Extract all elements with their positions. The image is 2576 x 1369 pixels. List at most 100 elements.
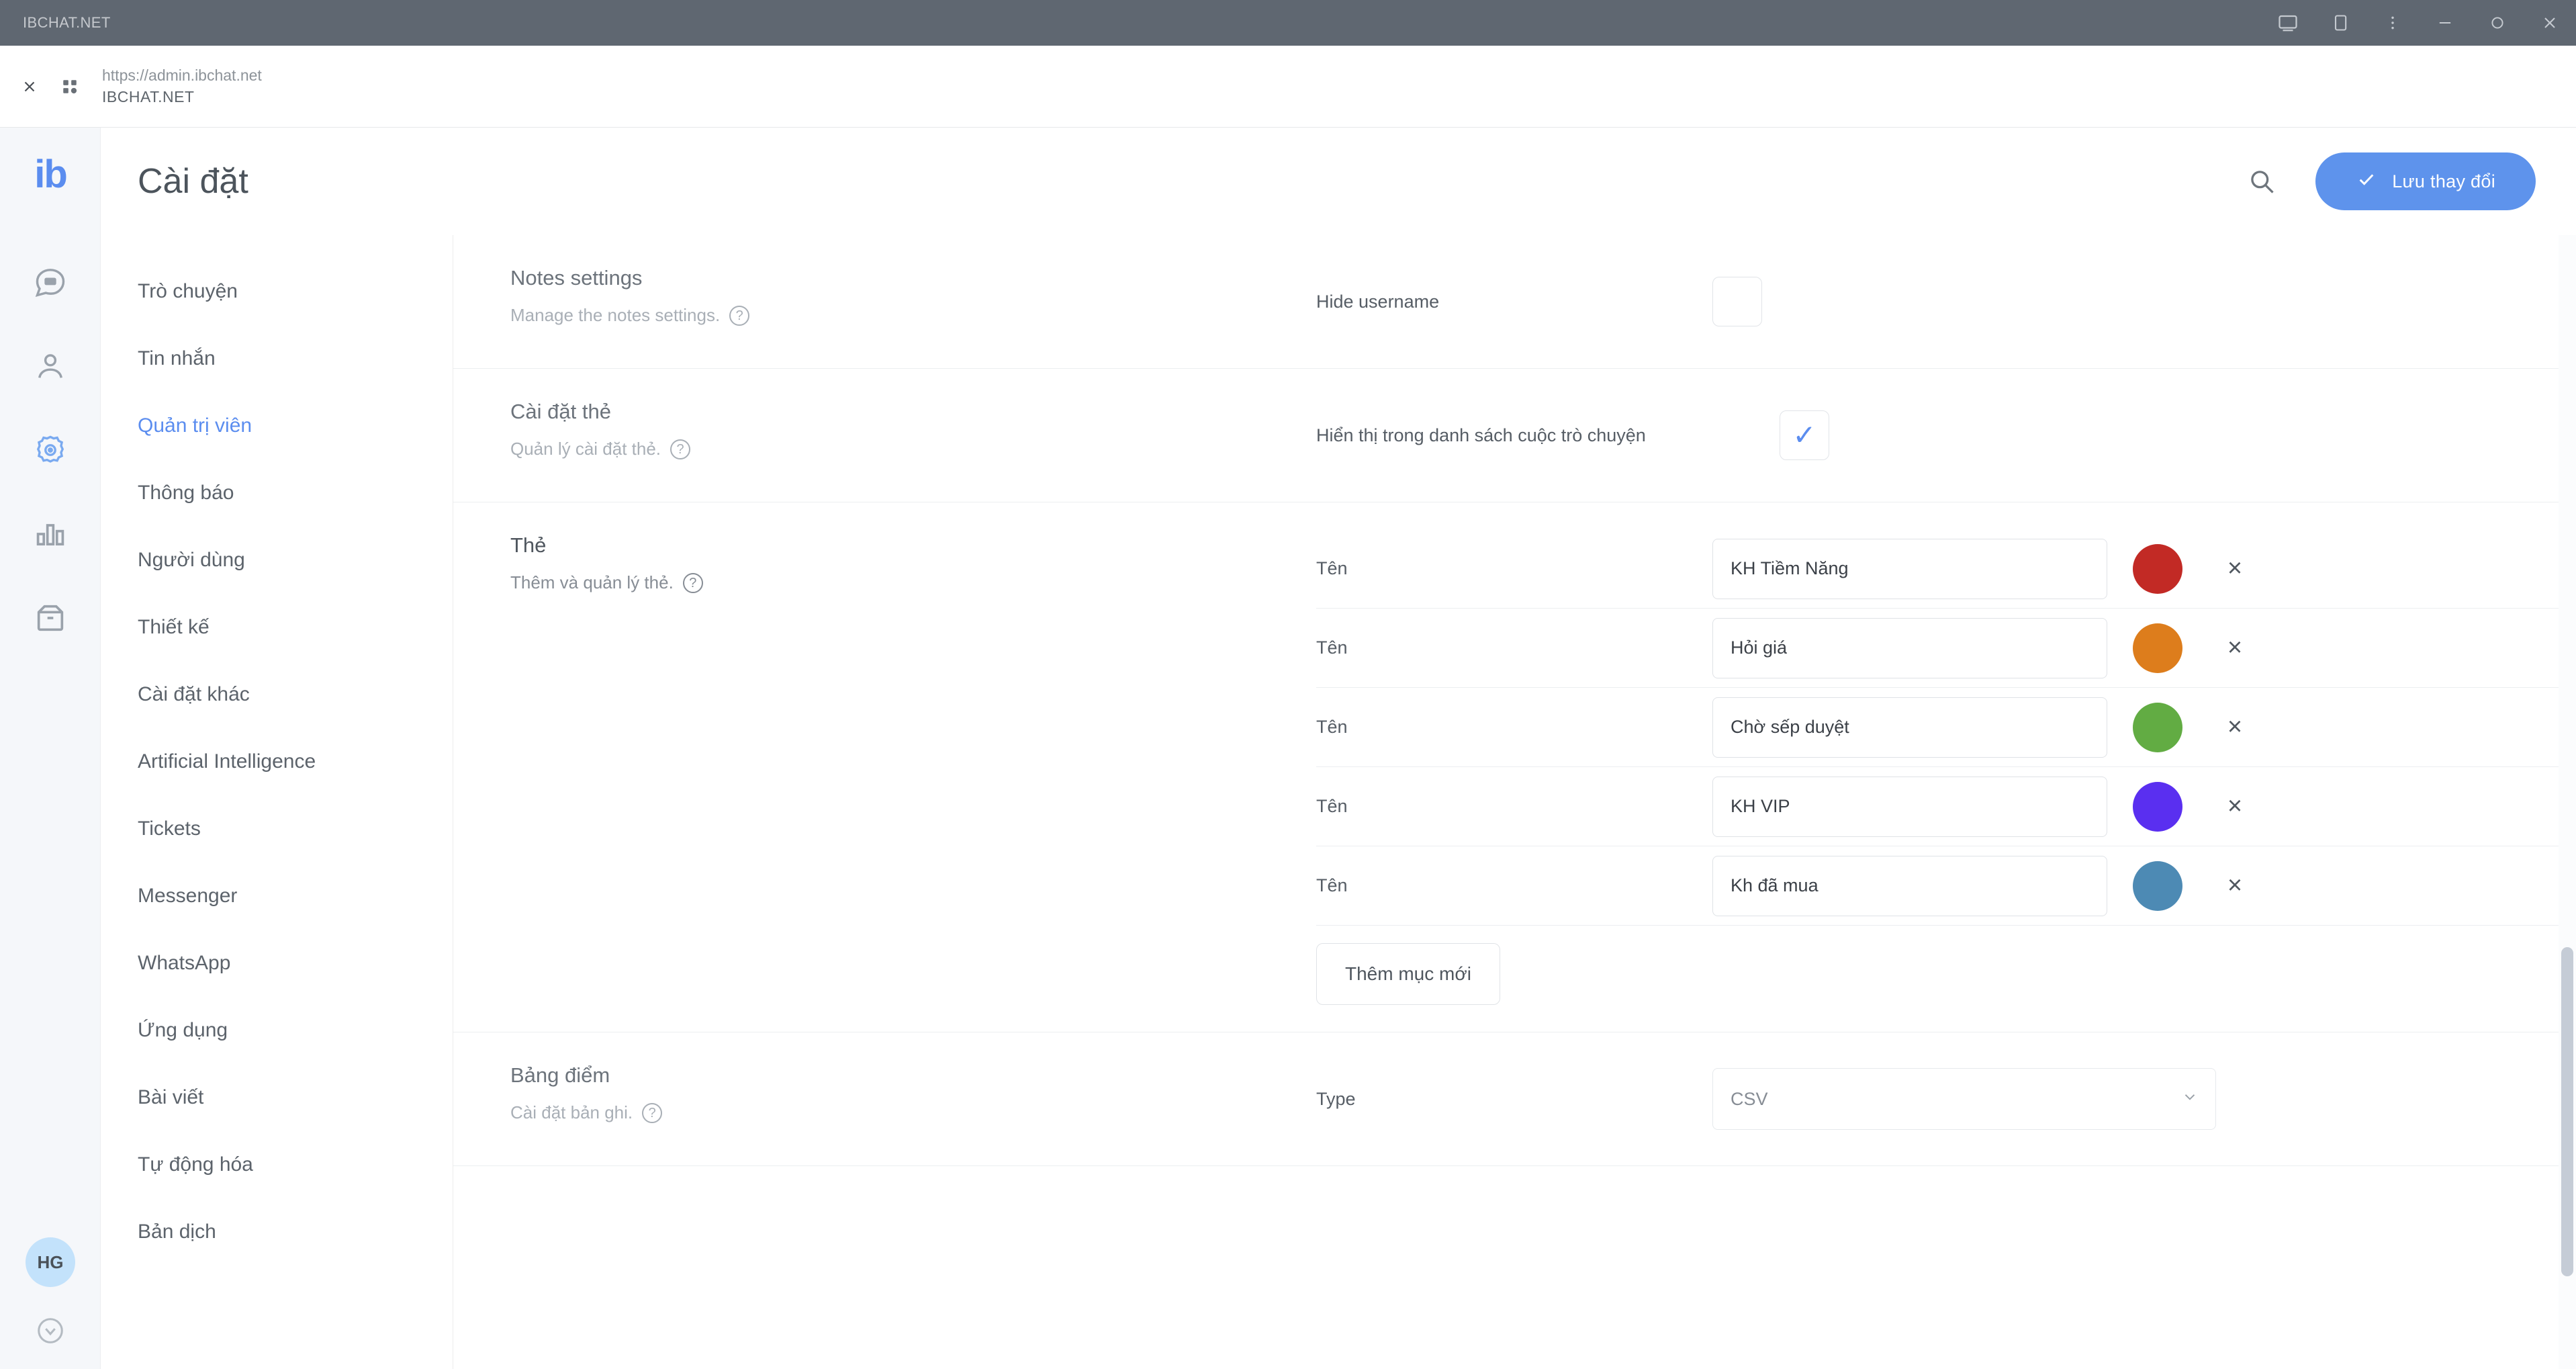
tag-color-swatch[interactable] [2133, 781, 2182, 832]
section-card-fields: Hiển thị trong danh sách cuộc trò chuyện… [1316, 369, 2576, 502]
rail-item-settings[interactable] [0, 410, 101, 494]
section-notes-fields: Hide username [1316, 235, 2576, 368]
section-scoreboard-title: Bảng điểm [510, 1063, 610, 1087]
help-circle-icon[interactable]: ? [642, 1102, 663, 1123]
nav-item-messenger[interactable]: Messenger [101, 863, 453, 930]
nav-item-artificial-intelligence[interactable]: Artificial Intelligence [101, 728, 453, 795]
page-url: https://admin.ibchat.net [102, 67, 262, 85]
field-row-show-in-conversation-list: Hiển thị trong danh sách cuộc trò chuyện… [1316, 396, 2576, 475]
tag-remove-button[interactable]: × [2217, 789, 2252, 824]
help-icon[interactable] [0, 1315, 101, 1356]
nav-item-ung-dung[interactable]: Ứng dụng [101, 997, 453, 1064]
tag-name-label: Tên [1316, 637, 1348, 658]
table-row: Tên × [1316, 767, 2576, 846]
section-scoreboard-header: Bảng điểm Cài đặt bản ghi. ? [510, 1032, 1316, 1165]
check-icon [2356, 169, 2377, 195]
section-notes-title: Notes settings [510, 266, 643, 290]
cast-icon[interactable] [2262, 0, 2314, 46]
nav-item-tin-nhan[interactable]: Tin nhắn [101, 325, 453, 392]
more-menu-icon[interactable] [2366, 0, 2419, 46]
tag-remove-button[interactable]: × [2217, 631, 2252, 666]
section-card-desc: Quản lý cài đặt thẻ. ? [510, 439, 1316, 459]
maximize-icon[interactable] [2471, 0, 2524, 46]
section-card-header: Cài đặt thẻ Quản lý cài đặt thẻ. ? [510, 369, 1316, 502]
minimize-icon[interactable] [2419, 0, 2471, 46]
hide-username-label: Hide username [1316, 291, 1440, 312]
settings-nav: Trò chuyện Tin nhắn Quản trị viên Thông … [101, 235, 453, 1369]
rail-item-archive[interactable] [0, 578, 101, 662]
tag-color-swatch[interactable] [2133, 702, 2182, 752]
type-select[interactable]: CSV [1712, 1068, 2216, 1130]
apps-grid-icon[interactable] [55, 72, 85, 101]
rail-item-contacts[interactable] [0, 326, 101, 410]
help-circle-icon[interactable]: ? [682, 572, 703, 593]
rail-item-chat[interactable] [0, 242, 101, 326]
hide-username-checkbox[interactable] [1712, 277, 1762, 326]
tab-close-icon[interactable] [15, 72, 44, 101]
tag-name-input[interactable] [1712, 617, 2107, 678]
copy-icon[interactable] [2314, 0, 2366, 46]
section-scoreboard: Bảng điểm Cài đặt bản ghi. ? Type CSV [453, 1032, 2576, 1166]
chat-icon [33, 265, 68, 303]
search-icon[interactable] [2235, 154, 2289, 208]
section-card-settings: Cài đặt thẻ Quản lý cài đặt thẻ. ? Hiển … [453, 369, 2576, 502]
section-card-desc-text: Quản lý cài đặt thẻ. [510, 439, 661, 459]
tag-color-swatch[interactable] [2133, 860, 2182, 911]
content-scrollbar-thumb[interactable] [2561, 947, 2573, 1276]
tag-name-label: Tên [1316, 796, 1348, 816]
nav-item-tickets[interactable]: Tickets [101, 795, 453, 863]
section-card-title: Cài đặt thẻ [510, 400, 611, 423]
tag-remove-button[interactable]: × [2217, 869, 2252, 903]
tag-color-swatch[interactable] [2133, 623, 2182, 673]
nav-item-ban-dich[interactable]: Bản dịch [101, 1198, 453, 1266]
nav-item-whatsapp[interactable]: WhatsApp [101, 930, 453, 997]
page-title: Cài đặt [138, 162, 248, 201]
nav-item-thiet-ke[interactable]: Thiết kế [101, 594, 453, 661]
app-logo[interactable]: ib [0, 144, 101, 204]
show-in-conversation-list-label: Hiển thị trong danh sách cuộc trò chuyện [1316, 425, 1646, 445]
content-scrollbar-track[interactable] [2559, 235, 2576, 1369]
bar-chart-icon [33, 517, 68, 555]
tag-remove-button[interactable]: × [2217, 551, 2252, 586]
table-row: Tên × [1316, 529, 2576, 609]
type-select-wrap: CSV [1712, 1068, 2216, 1130]
app-shell: ib HG Cài đặt Lưu thay đổi Trò chuyện Ti… [0, 128, 2576, 1369]
nav-item-nguoi-dung[interactable]: Người dùng [101, 527, 453, 594]
icon-rail: ib HG [0, 128, 101, 1369]
page-header: Cài đặt Lưu thay đổi [101, 128, 2576, 235]
add-item-button[interactable]: Thêm mục mới [1316, 943, 1500, 1005]
save-button[interactable]: Lưu thay đổi [2315, 152, 2536, 210]
settings-content: Notes settings Manage the notes settings… [453, 235, 2576, 1369]
rail-icon-list [0, 242, 101, 662]
nav-item-thong-bao[interactable]: Thông báo [101, 459, 453, 527]
tag-name-input[interactable] [1712, 776, 2107, 837]
nav-item-quan-tri-vien[interactable]: Quản trị viên [101, 392, 453, 459]
avatar[interactable]: HG [26, 1237, 75, 1287]
nav-item-cai-dat-khac[interactable]: Cài đặt khác [101, 661, 453, 728]
section-tags-desc-text: Thêm và quản lý thẻ. [510, 572, 674, 592]
tag-name-input[interactable] [1712, 538, 2107, 599]
table-row: Tên × [1316, 688, 2576, 767]
tag-remove-button[interactable]: × [2217, 710, 2252, 745]
type-select-value: CSV [1731, 1088, 1768, 1109]
nav-item-tu-dong-hoa[interactable]: Tự động hóa [101, 1131, 453, 1198]
nav-item-bai-viet[interactable]: Bài viết [101, 1064, 453, 1131]
tag-name-input[interactable] [1712, 855, 2107, 916]
section-notes-desc: Manage the notes settings. ? [510, 305, 1316, 326]
archive-icon [33, 601, 68, 639]
tag-name-input[interactable] [1712, 697, 2107, 758]
tag-color-swatch[interactable] [2133, 543, 2182, 594]
close-icon[interactable] [2524, 0, 2576, 46]
address-bar[interactable]: https://admin.ibchat.net IBCHAT.NET [102, 65, 262, 107]
help-circle-icon[interactable]: ? [729, 305, 750, 326]
window-titlebar: IBCHAT.NET [0, 0, 2576, 46]
section-tags-desc: Thêm và quản lý thẻ. ? [510, 572, 1316, 593]
help-circle-icon[interactable]: ? [670, 439, 691, 459]
rail-item-reports[interactable] [0, 494, 101, 578]
section-scoreboard-desc-text: Cài đặt bản ghi. [510, 1102, 633, 1122]
rail-bottom: HG [0, 1237, 101, 1356]
section-tags-header: Thẻ Thêm và quản lý thẻ. ? [510, 502, 1316, 1032]
field-row-hide-username: Hide username [1316, 262, 2576, 341]
show-in-conversation-list-checkbox[interactable]: ✓ [1780, 410, 1829, 460]
nav-item-tro-chuyen[interactable]: Trò chuyện [101, 258, 453, 325]
